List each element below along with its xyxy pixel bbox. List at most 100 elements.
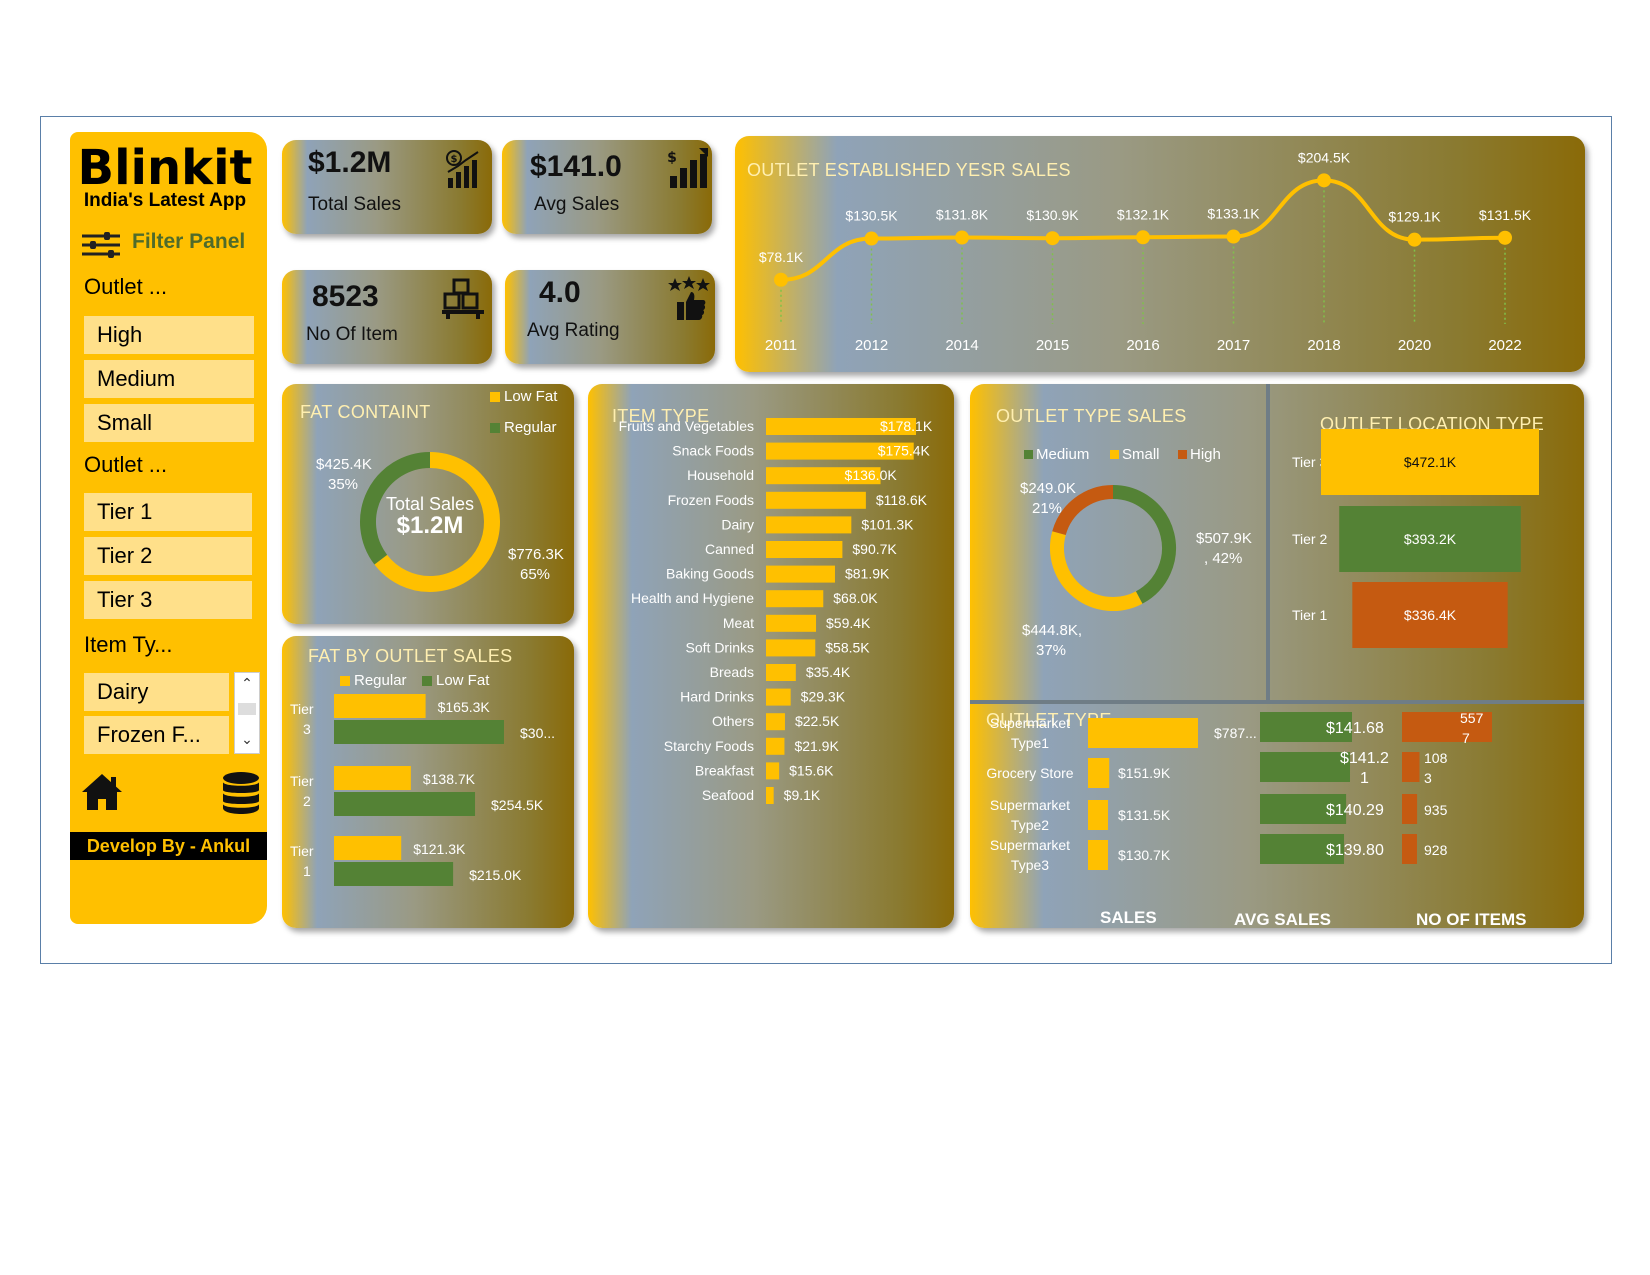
fat-by-outlet-bars: Tier 3 $165.3K $30... Tier 2 $138.7K $254.5K Tie… <box>290 694 555 886</box>
brand-title: Blinkit <box>77 140 253 196</box>
data-label: $178.1K <box>880 418 933 434</box>
dollar-growth-icon: $ <box>667 148 708 188</box>
data-label: $204.5K <box>1298 149 1351 165</box>
slicer-item-medium[interactable]: Medium <box>84 360 254 398</box>
kpi-avg-sales-label: Avg Sales <box>534 194 620 215</box>
data-label: $121.3K <box>413 841 466 857</box>
category-label: Meat <box>723 615 754 631</box>
data-label: $131.8K <box>936 207 989 223</box>
bar <box>334 720 504 744</box>
row-name: Type1 <box>1011 735 1049 751</box>
avg-label: 1 <box>1360 770 1369 787</box>
data-point <box>1045 231 1060 246</box>
sales-label: $130.7K <box>1118 847 1171 863</box>
sales-bar <box>1088 800 1108 830</box>
data-label: $78.1K <box>759 249 804 265</box>
category-label: Breads <box>710 664 754 680</box>
slicer-scrollbar[interactable]: ⌃ ⌄ <box>234 672 260 754</box>
slicer-item-tier-2[interactable]: Tier 2 <box>84 537 252 575</box>
row-name: Grocery Store <box>986 765 1073 781</box>
kpi-avg-sales-card: $141.0 Avg Sales $ <box>502 140 712 234</box>
home-icon[interactable] <box>80 772 124 812</box>
items-label: 928 <box>1424 842 1448 858</box>
x-tick-label: 2017 <box>1217 337 1250 354</box>
items-bar <box>1402 794 1418 824</box>
kpi-total-sales-card: $1.2M Total Sales $ <box>282 140 492 234</box>
fat-content-chart-card: FAT CONTAINT Low Fat Regular $425.4K 35%… <box>282 384 574 624</box>
slicer-header-item-type[interactable]: Item Ty... <box>84 632 172 658</box>
scroll-thumb[interactable] <box>238 703 256 715</box>
filter-sliders-icon <box>82 232 120 258</box>
x-tick-label: 2014 <box>945 337 978 354</box>
sales-label: $151.9K <box>1118 765 1171 781</box>
category-label: Frozen Foods <box>668 492 754 508</box>
slicer-header-outlet-location[interactable]: Outlet ... <box>84 452 167 478</box>
x-tick-label: 2022 <box>1488 337 1521 354</box>
category-label: Dairy <box>721 516 754 532</box>
slicer-item-dairy[interactable]: Dairy <box>84 673 229 711</box>
sales-label: $131.5K <box>1118 807 1171 823</box>
fat-regular-value: $425.4K <box>316 456 372 473</box>
data-label: $254.5K <box>491 797 544 813</box>
data-label: $35.4K <box>806 664 851 680</box>
items-label: 3 <box>1424 770 1432 786</box>
items-label: 108 <box>1424 750 1448 766</box>
items-bar <box>1402 752 1420 782</box>
data-point <box>1407 232 1422 247</box>
data-label: $136.0K <box>845 467 898 483</box>
slicer-item-high[interactable]: High <box>84 316 254 354</box>
scroll-up-icon[interactable]: ⌃ <box>235 675 259 692</box>
data-label: $165.3K <box>438 699 491 715</box>
category-label: Snack Foods <box>672 443 754 459</box>
avg-label: $140.29 <box>1326 802 1384 819</box>
category-label: Breakfast <box>695 762 754 778</box>
slicer-item-tier-1[interactable]: Tier 1 <box>84 493 252 531</box>
data-point <box>1498 230 1512 245</box>
data-point <box>774 272 788 287</box>
bar <box>334 862 454 886</box>
series-line <box>780 178 1506 282</box>
data-label: $29.3K <box>801 689 846 705</box>
slicer-header-outlet-size[interactable]: Outlet ... <box>84 274 167 300</box>
category-label: Canned <box>705 541 754 557</box>
items-label: 7 <box>1462 730 1470 746</box>
slicer-item-small[interactable]: Small <box>84 404 254 442</box>
bar <box>334 766 411 790</box>
money-chart-icon: $ <box>446 150 479 188</box>
outlet-established-chart-card: OUTLET ESTABLISHED YESR SALES $78.1K 2011… <box>735 136 1585 372</box>
sales-bar <box>1088 718 1198 748</box>
kpi-avg-rating-card: 4.0 Avg Rating <box>505 270 715 364</box>
kpi-avg-rating-value: 4.0 <box>539 276 581 309</box>
database-icon[interactable] <box>222 772 260 814</box>
filter-sidebar: Blinkit India's Latest App Filter Panel … <box>70 132 267 924</box>
col-header-sales: SALES <box>1100 908 1157 927</box>
data-point <box>955 230 969 245</box>
row-name: Supermarket <box>990 837 1070 853</box>
data-label: $130.5K <box>845 208 898 224</box>
data-label: $22.5K <box>795 713 840 729</box>
slicer-item-tier-3[interactable]: Tier 3 <box>84 581 252 619</box>
sales-bar <box>1088 840 1108 870</box>
bar <box>766 737 785 755</box>
category-label: Health and Hygiene <box>631 590 754 606</box>
data-label: $81.9K <box>845 566 890 582</box>
sales-bar <box>1088 758 1110 788</box>
data-point <box>1136 230 1150 245</box>
row-name: Type3 <box>1011 857 1049 873</box>
slicer-item-frozen-foods[interactable]: Frozen F... <box>84 716 229 754</box>
data-label: $175.4K <box>878 443 931 459</box>
category-label: Hard Drinks <box>680 689 754 705</box>
outlet-type-table: Supermarket Type1 $787... $141.68 557 7 Grocer… <box>986 710 1492 873</box>
bar <box>766 688 791 706</box>
row-name: Supermarket <box>990 797 1070 813</box>
data-label: $101.3K <box>861 516 914 532</box>
kpi-no-of-item-card: 8523 No Of Item <box>282 270 492 364</box>
data-label: $130.9K <box>1026 207 1079 223</box>
stars-thumbs-up-icon <box>668 276 710 320</box>
bar <box>334 694 426 718</box>
col-header-avg-sales: AVG SALES <box>1234 910 1331 928</box>
data-label: $15.6K <box>789 762 834 778</box>
category-label: 1 <box>303 863 311 879</box>
scroll-down-icon[interactable]: ⌄ <box>235 731 259 748</box>
filter-panel-title: Filter Panel <box>132 230 246 253</box>
